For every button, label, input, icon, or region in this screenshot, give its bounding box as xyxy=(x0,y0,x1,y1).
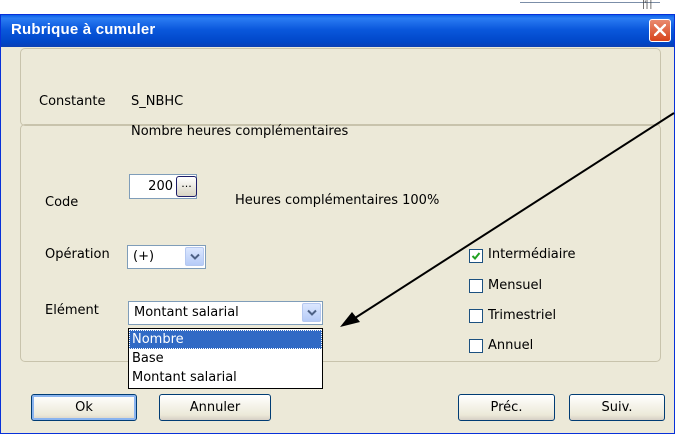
next-button[interactable]: Suiv. xyxy=(569,394,665,421)
previous-button[interactable]: Préc. xyxy=(458,394,555,421)
cancel-button[interactable]: Annuler xyxy=(159,394,271,421)
annotation-arrow xyxy=(340,112,675,327)
ok-button[interactable]: Ok xyxy=(31,394,137,421)
